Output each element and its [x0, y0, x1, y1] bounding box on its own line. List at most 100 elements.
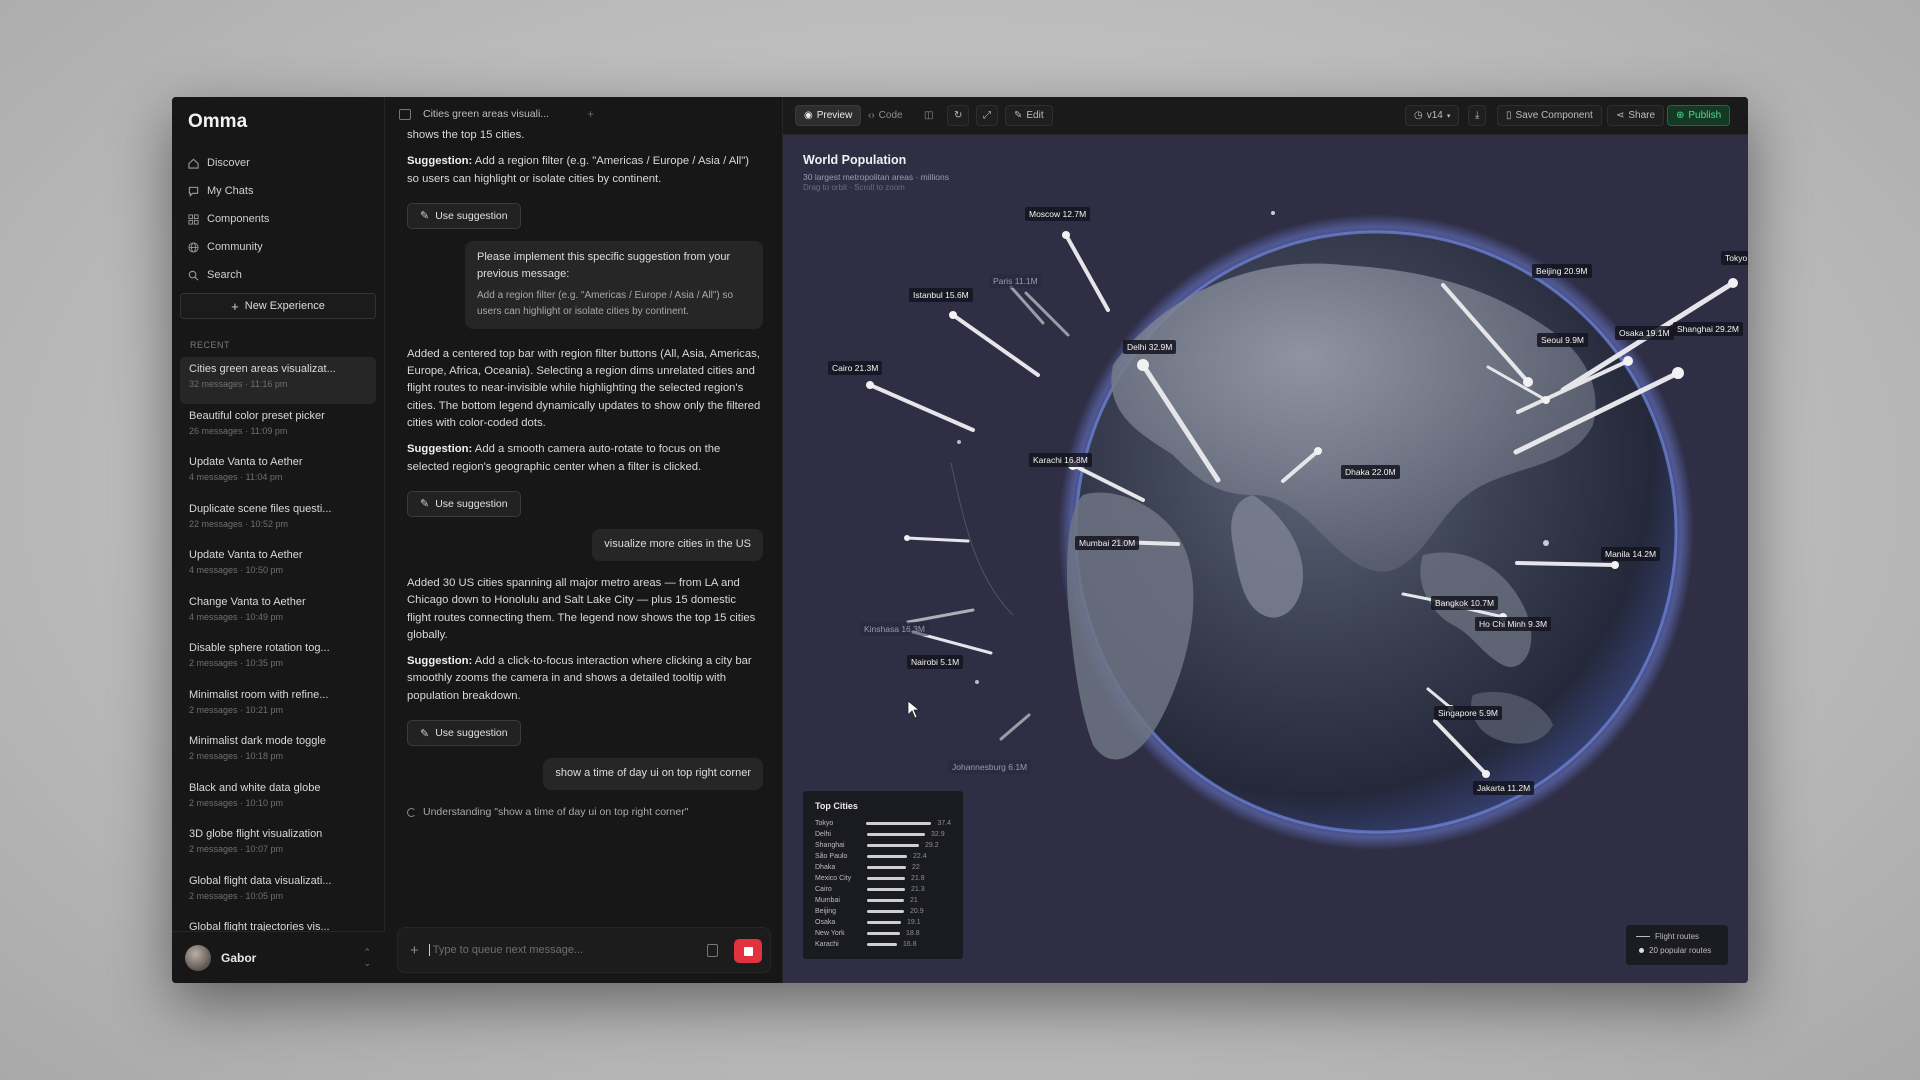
city-label-paris[interactable]: Paris 11.1M: [989, 274, 1042, 288]
brand-logo[interactable]: Omma: [188, 111, 247, 133]
use-suggestion-button[interactable]: ✎ Use suggestion: [407, 202, 521, 229]
city-label-moscow[interactable]: Moscow 12.7M: [1025, 207, 1091, 221]
recent-chat-title: Minimalist room with refine...: [189, 688, 329, 701]
recent-chat-meta: 32 messages · 11:16 pm: [189, 379, 288, 389]
city-label-kinshasa[interactable]: Kinshasa 16.3M: [860, 622, 929, 636]
recent-chat-item[interactable]: Minimalist room with refine... 2 message…: [180, 683, 376, 730]
dot-shanghai: [1672, 367, 1684, 379]
top-city-name: Dhaka: [815, 864, 836, 871]
save-component-button[interactable]: ▯ Save Component: [1497, 105, 1602, 126]
suggestion-label: Suggestion:: [407, 155, 473, 168]
city-label-istanbul[interactable]: Istanbul 15.6M: [909, 288, 973, 302]
city-label-jakarta[interactable]: Jakarta 11.2M: [1473, 781, 1535, 795]
city-label-bangkok[interactable]: Bangkok 10.7M: [1431, 596, 1499, 610]
app-window: Omma Discover My Chats Components Commun…: [172, 97, 1748, 983]
recent-chat-item[interactable]: Change Vanta to Aether 4 messages · 10:4…: [180, 590, 376, 637]
recent-chat-item[interactable]: Duplicate scene files questi... 22 messa…: [180, 497, 376, 544]
city-label-singapore[interactable]: Singapore 5.9M: [1434, 706, 1503, 720]
top-city-row: Shanghai 29.2: [815, 840, 951, 851]
recent-chat-meta: 2 messages · 10:35 pm: [189, 658, 284, 668]
document-icon[interactable]: [706, 943, 718, 957]
preview-toolbar: ◉ Preview ‹› Code ◫ ↻ ⤢ ✎ Edit ◷ v14 ▾ ⤓ ▯ Sav…: [783, 97, 1748, 135]
user-message: Please implement this specific suggestio…: [465, 240, 763, 329]
nav-my-chats[interactable]: My Chats: [186, 177, 372, 205]
bookmark-icon: ▯: [1506, 110, 1512, 121]
nav-community[interactable]: Community: [186, 233, 372, 261]
attach-plus-icon[interactable]: +: [410, 942, 419, 959]
city-label-karachi[interactable]: Karachi 16.8M: [1029, 453, 1092, 467]
nav-components[interactable]: Components: [186, 205, 372, 233]
recent-chat-title: Change Vanta to Aether: [189, 595, 306, 608]
use-suggestion-button[interactable]: ✎ Use suggestion: [407, 720, 521, 747]
nav-label: My Chats: [207, 185, 254, 197]
recent-chat-item[interactable]: Black and white data globe 2 messages · …: [180, 776, 376, 823]
use-suggestion-label: Use suggestion: [435, 497, 508, 510]
recent-chat-item[interactable]: Update Vanta to Aether 4 messages · 11:0…: [180, 450, 376, 497]
city-label-shanghai[interactable]: Shanghai 29.2M: [1673, 322, 1743, 336]
split-icon: ◫: [924, 110, 934, 121]
city-label-beijing[interactable]: Beijing 20.9M: [1532, 264, 1592, 278]
top-city-value: 21: [910, 897, 918, 904]
city-label-seoul[interactable]: Seoul 9.9M: [1537, 333, 1588, 347]
city-label-hochiminh[interactable]: Ho Chi Minh 9.3M: [1475, 617, 1552, 631]
top-city-value: 21.8: [911, 875, 925, 882]
city-label-osaka[interactable]: Osaka 19.1M: [1615, 326, 1674, 340]
recent-chat-item[interactable]: 3D globe flight visualization 2 messages…: [180, 822, 376, 869]
bar-cairo: [868, 383, 975, 432]
city-label-tokyo[interactable]: Tokyo: [1721, 251, 1748, 265]
recent-chat-item[interactable]: Disable sphere rotation tog... 2 message…: [180, 636, 376, 683]
chat-tab-title[interactable]: Cities green areas visuali...: [423, 108, 549, 120]
new-experience-button[interactable]: + New Experience: [180, 293, 376, 319]
recent-chat-item[interactable]: Beautiful color preset picker 26 message…: [180, 404, 376, 451]
recent-chat-item[interactable]: Minimalist dark mode toggle 2 messages ·…: [180, 729, 376, 776]
expand-button[interactable]: ⤢: [976, 105, 998, 126]
recent-chat-item[interactable]: Global flight data visualizati... 2 mess…: [180, 869, 376, 916]
share-button[interactable]: ⋖ Share: [1607, 105, 1665, 126]
city-label-nairobi[interactable]: Nairobi 5.1M: [907, 655, 964, 669]
new-tab-icon[interactable]: +: [587, 107, 594, 121]
edit-button[interactable]: ✎ Edit: [1005, 105, 1053, 126]
message-input[interactable]: [428, 944, 699, 956]
bar-moscow: [1064, 233, 1110, 312]
stop-icon: [743, 946, 753, 956]
nav-search[interactable]: Search: [186, 261, 372, 289]
wand-icon: ✎: [420, 727, 430, 740]
city-label-delhi[interactable]: Delhi 32.9M: [1123, 340, 1177, 354]
globe-canvas[interactable]: World Population 30 largest metropolitan…: [783, 135, 1748, 983]
avatar: [185, 944, 211, 971]
top-city-row: Mumbai 21: [815, 895, 951, 906]
code-tab[interactable]: ‹› Code: [859, 105, 912, 126]
city-label-manila[interactable]: Manila 14.2M: [1601, 547, 1661, 561]
version-select[interactable]: ◷ v14 ▾: [1405, 105, 1460, 126]
split-view-button[interactable]: ◫: [917, 105, 940, 126]
top-city-name: Shanghai: [815, 842, 845, 849]
refresh-button[interactable]: ↻: [947, 105, 970, 126]
top-city-name: Cairo: [815, 886, 832, 893]
stop-button[interactable]: [734, 939, 762, 963]
top-cities-rows: Tokyo 37.4 Delhi 32.9 Shanghai 29.2 São Paulo 2…: [815, 818, 951, 950]
publish-button[interactable]: ⊕ Publish: [1667, 105, 1731, 126]
version-label: v14: [1426, 110, 1443, 121]
city-label-johannesburg[interactable]: Johannesburg 6.1M: [948, 760, 1032, 774]
main-nav: Discover My Chats Components Community S…: [186, 149, 372, 289]
city-label-cairo[interactable]: Cairo 21.3M: [828, 361, 883, 375]
use-suggestion-button[interactable]: ✎ Use suggestion: [407, 490, 521, 517]
download-button[interactable]: ⤓: [1468, 105, 1487, 126]
nav-discover[interactable]: Discover: [186, 149, 372, 177]
city-label-dhaka[interactable]: Dhaka 22.0M: [1341, 465, 1400, 479]
wand-icon: ✎: [420, 210, 430, 223]
route-legend-popular: 20 popular routes: [1636, 946, 1718, 955]
preview-tab[interactable]: ◉ Preview: [795, 105, 862, 126]
recent-heading: RECENT: [190, 340, 231, 350]
city-label-mumbai[interactable]: Mumbai 21.0M: [1075, 536, 1140, 550]
top-city-value: 21.3: [911, 886, 925, 893]
user-menu[interactable]: Gabor ⌃ ⌄: [172, 931, 385, 983]
panel-toggle-icon[interactable]: [399, 108, 411, 120]
recent-chat-item[interactable]: Update Vanta to Aether 4 messages · 10:5…: [180, 543, 376, 590]
user-message: visualize more cities in the US: [592, 528, 763, 561]
recent-chat-meta: 2 messages · 10:10 pm: [189, 797, 284, 808]
recent-chats-list: Cities green areas visualizat... 32 mess…: [180, 357, 376, 962]
user-message-text: Please implement this specific suggestio…: [477, 250, 731, 280]
recent-chat-item[interactable]: Cities green areas visualizat... 32 mess…: [180, 357, 376, 404]
top-city-bar: [867, 877, 905, 880]
